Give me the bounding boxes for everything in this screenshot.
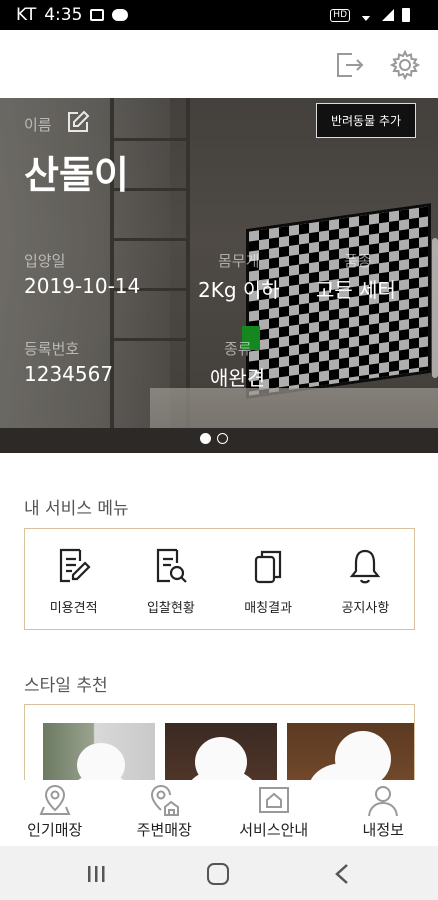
bell-icon (350, 549, 381, 584)
system-navigation-bar (0, 846, 438, 900)
carousel-dot-active[interactable] (200, 433, 211, 444)
name-label: 이름 (24, 116, 52, 134)
carrier-label: KT (16, 5, 37, 25)
status-bar: KT 4:35 HD (0, 0, 438, 30)
carousel-dot[interactable] (217, 433, 228, 444)
home-icon[interactable] (207, 863, 229, 885)
nearby-store-icon (151, 785, 180, 816)
menu-item-label: 입찰현황 (146, 601, 195, 616)
pet-profile-card[interactable]: 이름 산돌이 반려동물 추가 입양일 2019-10-14 몸무게 2Kg 이하… (0, 98, 438, 453)
gallery-icon (90, 9, 105, 21)
pet-type-value: 애완견 (210, 366, 266, 390)
pet-name: 산돌이 (24, 153, 129, 197)
logout-icon[interactable] (334, 50, 364, 80)
style-section-title: 스타일 추천 (24, 676, 108, 696)
weight-label: 몸무게 (218, 252, 260, 270)
person-icon (368, 786, 399, 817)
gear-icon[interactable] (390, 50, 420, 80)
nav-label: 내정보 (362, 821, 404, 839)
bottom-navigation: 인기매장 주변매장 서비스안내 내정보 (0, 780, 438, 842)
menu-item-notice[interactable]: 공지사항 (317, 529, 414, 629)
hd-icon: HD (330, 8, 350, 22)
message-icon (112, 9, 129, 21)
nav-label: 주변매장 (136, 821, 192, 839)
app-header (0, 30, 438, 98)
nav-label: 서비스안내 (239, 821, 309, 839)
map-pin-icon (39, 784, 71, 815)
menu-item-bids[interactable]: 입찰현황 (122, 529, 219, 629)
nav-service-info[interactable]: 서비스안내 (219, 780, 329, 842)
nav-my-info[interactable]: 내정보 (329, 780, 438, 842)
nav-popular-stores[interactable]: 인기매장 (0, 780, 110, 842)
weight-value: 2Kg 이하 (198, 278, 280, 302)
wifi-icon (358, 11, 374, 21)
nav-label: 인기매장 (27, 821, 83, 839)
breed-value: 고든 세터 (316, 278, 396, 302)
clock: 4:35 (44, 5, 83, 25)
service-menu: 미용견적 입찰현황 매칭결과 공지사항 (24, 528, 415, 630)
pet-type-label: 종류 (224, 340, 252, 358)
reg-number-label: 등록번호 (24, 340, 80, 358)
adopt-date-value: 2019-10-14 (24, 274, 141, 298)
document-search-icon (156, 548, 187, 583)
recent-apps-icon[interactable] (86, 865, 106, 883)
adopt-date-label: 입양일 (24, 252, 66, 270)
add-pet-button[interactable]: 반려동물 추가 (316, 103, 416, 138)
scrollbar[interactable] (432, 238, 438, 378)
carousel-indicator (200, 433, 228, 444)
document-edit-icon (59, 548, 91, 583)
menu-item-label: 공지사항 (341, 601, 390, 616)
copy-pages-icon (255, 550, 282, 584)
menu-item-label: 미용견적 (49, 601, 98, 616)
signal-icon (382, 9, 394, 21)
nav-nearby-stores[interactable]: 주변매장 (110, 780, 220, 842)
reg-number-value: 1234567 (24, 362, 114, 386)
service-menu-title: 내 서비스 메뉴 (24, 499, 129, 519)
menu-item-label: 매칭결과 (244, 601, 293, 616)
back-icon[interactable] (334, 863, 350, 885)
edit-icon[interactable] (66, 110, 90, 134)
house-window-icon (258, 787, 289, 813)
breed-label: 품종 (344, 252, 372, 270)
menu-item-estimate[interactable]: 미용견적 (25, 529, 122, 629)
battery-icon (402, 8, 410, 22)
menu-item-matching[interactable]: 매칭결과 (220, 529, 317, 629)
